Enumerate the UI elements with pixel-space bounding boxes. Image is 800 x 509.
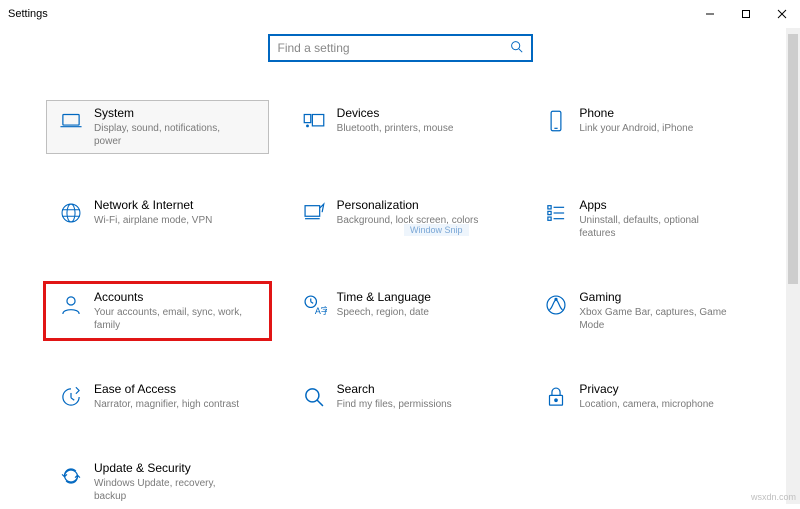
tile-desc: Uninstall, defaults, optional features: [579, 214, 729, 240]
settings-grid: System Display, sound, notifications, po…: [46, 100, 754, 509]
tile-text: Phone Link your Android, iPhone: [579, 106, 693, 135]
tile-ease-of-access[interactable]: Ease of Access Narrator, magnifier, high…: [46, 376, 269, 417]
tile-personalization[interactable]: Personalization Background, lock screen,…: [289, 192, 512, 246]
lock-icon: [539, 384, 573, 410]
tile-apps[interactable]: Apps Uninstall, defaults, optional featu…: [531, 192, 754, 246]
close-button[interactable]: [764, 0, 800, 28]
tile-text: Accounts Your accounts, email, sync, wor…: [94, 290, 244, 332]
tile-text: Time & Language Speech, region, date: [337, 290, 431, 319]
tile-desc: Windows Update, recovery, backup: [94, 477, 244, 503]
window-controls: [692, 0, 800, 28]
tile-text: Update & Security Windows Update, recove…: [94, 461, 244, 503]
gaming-icon: [539, 292, 573, 318]
tile-desc: Narrator, magnifier, high contrast: [94, 398, 239, 411]
maximize-button[interactable]: [728, 0, 764, 28]
tile-title: Ease of Access: [94, 382, 239, 396]
tile-desc: Your accounts, email, sync, work, family: [94, 306, 244, 332]
devices-icon: [297, 108, 331, 134]
tile-desc: Speech, region, date: [337, 306, 431, 319]
paintbrush-icon: [297, 200, 331, 226]
tile-title: System: [94, 106, 244, 120]
tile-title: Devices: [337, 106, 454, 120]
tile-update-security[interactable]: Update & Security Windows Update, recove…: [46, 455, 269, 509]
tile-desc: Xbox Game Bar, captures, Game Mode: [579, 306, 729, 332]
phone-icon: [539, 108, 573, 134]
tile-text: Personalization Background, lock screen,…: [337, 198, 479, 227]
watermark: wsxdn.com: [751, 492, 796, 502]
tile-title: Phone: [579, 106, 693, 120]
tile-phone[interactable]: Phone Link your Android, iPhone: [531, 100, 754, 154]
tile-desc: Bluetooth, printers, mouse: [337, 122, 454, 135]
scrollbar-thumb[interactable]: [788, 34, 798, 284]
scrollbar[interactable]: [786, 28, 800, 504]
tile-system[interactable]: System Display, sound, notifications, po…: [46, 100, 269, 154]
minimize-button[interactable]: [692, 0, 728, 28]
tile-title: Search: [337, 382, 452, 396]
tile-text: Devices Bluetooth, printers, mouse: [337, 106, 454, 135]
tile-text: Apps Uninstall, defaults, optional featu…: [579, 198, 729, 240]
tile-text: Search Find my files, permissions: [337, 382, 452, 411]
globe-icon: [54, 200, 88, 226]
tile-time-language[interactable]: A字 Time & Language Speech, region, date: [289, 284, 512, 338]
tile-title: Update & Security: [94, 461, 244, 475]
titlebar: Settings: [0, 0, 800, 28]
tile-gaming[interactable]: Gaming Xbox Game Bar, captures, Game Mod…: [531, 284, 754, 338]
tile-title: Network & Internet: [94, 198, 212, 212]
window-title: Settings: [8, 8, 692, 20]
tile-desc: Find my files, permissions: [337, 398, 452, 411]
tile-title: Apps: [579, 198, 729, 212]
tile-desc: Location, camera, microphone: [579, 398, 714, 411]
update-icon: [54, 463, 88, 489]
tile-desc: Display, sound, notifications, power: [94, 122, 244, 148]
tile-devices[interactable]: Devices Bluetooth, printers, mouse: [289, 100, 512, 154]
time-language-icon: A字: [297, 292, 331, 318]
tile-text: Network & Internet Wi-Fi, airplane mode,…: [94, 198, 212, 227]
tile-network[interactable]: Network & Internet Wi-Fi, airplane mode,…: [46, 192, 269, 246]
search-icon: [510, 40, 523, 56]
tile-accounts[interactable]: Accounts Your accounts, email, sync, wor…: [43, 281, 272, 341]
tile-desc: Link your Android, iPhone: [579, 122, 693, 135]
tile-text: Privacy Location, camera, microphone: [579, 382, 714, 411]
svg-text:A字: A字: [314, 305, 326, 316]
search-box[interactable]: [268, 34, 533, 62]
ease-of-access-icon: [54, 384, 88, 410]
snip-hint: Window Snip: [404, 224, 469, 236]
tile-privacy[interactable]: Privacy Location, camera, microphone: [531, 376, 754, 417]
tile-text: Ease of Access Narrator, magnifier, high…: [94, 382, 239, 411]
tile-desc: Wi-Fi, airplane mode, VPN: [94, 214, 212, 227]
tile-title: Accounts: [94, 290, 244, 304]
tile-text: Gaming Xbox Game Bar, captures, Game Mod…: [579, 290, 729, 332]
search-input[interactable]: [278, 41, 510, 55]
tile-text: System Display, sound, notifications, po…: [94, 106, 244, 148]
search-container: [0, 34, 800, 62]
apps-list-icon: [539, 200, 573, 226]
search-icon: [297, 384, 331, 410]
tile-title: Gaming: [579, 290, 729, 304]
tile-title: Privacy: [579, 382, 714, 396]
tile-title: Personalization: [337, 198, 479, 212]
tile-title: Time & Language: [337, 290, 431, 304]
person-icon: [54, 292, 88, 318]
tile-search[interactable]: Search Find my files, permissions: [289, 376, 512, 417]
laptop-icon: [54, 108, 88, 134]
